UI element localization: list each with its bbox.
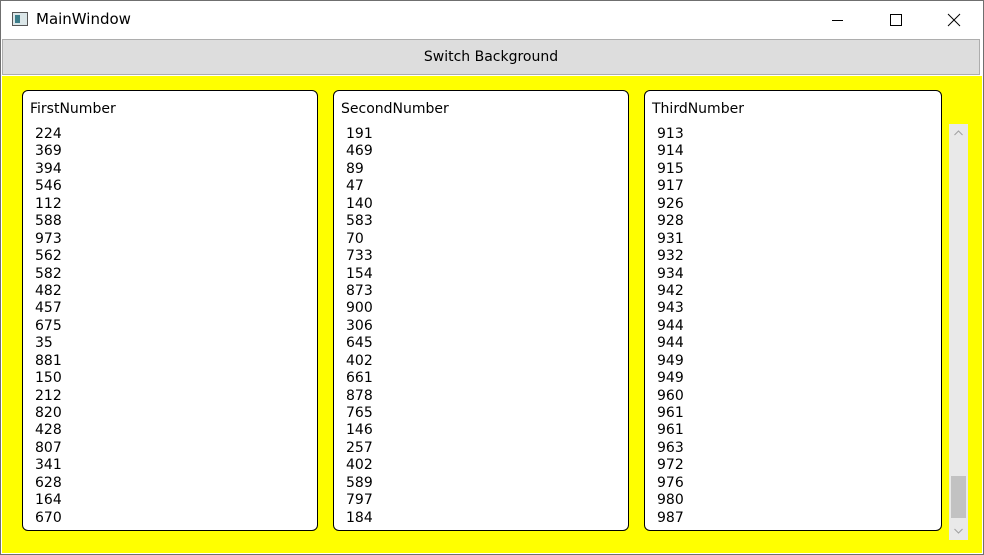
list-item: 191: [346, 126, 373, 142]
list-item: 878: [346, 387, 373, 404]
list-item: 928: [657, 213, 684, 230]
third-number-panel: ThirdNumber 913 914 915 917 926 928 931 932 934 9…: [644, 90, 942, 531]
scroll-up-button[interactable]: [949, 124, 968, 142]
close-icon: [947, 13, 961, 27]
list-item: 661: [346, 370, 373, 387]
panel-header: SecondNumber: [341, 101, 449, 117]
close-button[interactable]: [925, 1, 983, 39]
list-item: 112: [35, 195, 62, 212]
scroll-thumb[interactable]: [951, 476, 966, 518]
list-item: 469: [346, 143, 373, 160]
list-item: 807: [35, 439, 62, 456]
list-item: 913: [657, 126, 684, 142]
maximize-button[interactable]: [867, 1, 925, 39]
content-area: FirstNumber 224 369 394 546 112 588 973 562 582 4…: [2, 76, 982, 553]
number-list: 224 369 394 546 112 588 973 562 582 482 457 675 35 88…: [35, 126, 62, 527]
list-item: 873: [346, 282, 373, 299]
list-item: 944: [657, 335, 684, 352]
list-item: 582: [35, 265, 62, 282]
list-item: 224: [35, 126, 62, 142]
list-item: 341: [35, 457, 62, 474]
title-bar[interactable]: MainWindow: [1, 1, 983, 39]
list-item: 943: [657, 300, 684, 317]
list-item: 765: [346, 405, 373, 421]
minimize-button[interactable]: [809, 1, 867, 39]
list-item: 184: [346, 509, 373, 526]
list-item: 154: [346, 265, 373, 282]
panel-header: ThirdNumber: [652, 101, 744, 117]
list-item: 482: [35, 282, 62, 299]
list-item: 402: [346, 457, 373, 474]
list-item: 402: [346, 352, 373, 369]
chevron-down-icon: [954, 528, 963, 534]
list-item: 963: [657, 439, 684, 456]
list-item: 583: [346, 213, 373, 230]
window-title: MainWindow: [36, 10, 131, 28]
list-item: 89: [346, 160, 364, 177]
list-item: 960: [657, 387, 684, 404]
list-item: 973: [35, 230, 62, 247]
list-item: 257: [346, 439, 373, 456]
list-item: 428: [35, 422, 62, 439]
second-number-panel: SecondNumber 191 469 89 47 140 583 70 733 154 873…: [333, 90, 629, 531]
main-window: MainWindow Switch Background FirstNumber…: [0, 0, 984, 555]
list-item: 931: [657, 230, 684, 247]
list-item: 820: [35, 405, 62, 421]
list-item: 733: [346, 248, 373, 265]
list-item: 926: [657, 195, 684, 212]
list-item: 961: [657, 422, 684, 439]
list-item: 961: [657, 405, 684, 421]
vertical-scrollbar[interactable]: [949, 124, 968, 540]
list-item: 980: [657, 492, 684, 509]
number-list: 191 469 89 47 140 583 70 733 154 873 900 306 645 402 6…: [346, 126, 373, 527]
first-number-panel: FirstNumber 224 369 394 546 112 588 973 562 582 4…: [22, 90, 318, 531]
list-item: 972: [657, 457, 684, 474]
list-item: 914: [657, 143, 684, 160]
panel-header: FirstNumber: [30, 101, 116, 117]
list-item: 150: [35, 370, 62, 387]
list-item: 140: [346, 195, 373, 212]
list-item: 934: [657, 265, 684, 282]
number-list: 913 914 915 917 926 928 931 932 934 942 943 944 944 9…: [657, 126, 684, 527]
list-item: 987: [657, 509, 684, 526]
list-item: 917: [657, 178, 684, 195]
list-item: 944: [657, 317, 684, 334]
list-item: 976: [657, 474, 684, 491]
list-item: 797: [346, 492, 373, 509]
list-item: 589: [346, 474, 373, 491]
list-item: 146: [346, 422, 373, 439]
chevron-up-icon: [954, 130, 963, 136]
list-item: 47: [346, 178, 364, 195]
list-item: 915: [657, 160, 684, 177]
list-item: 588: [35, 213, 62, 230]
app-window-icon: [12, 12, 28, 26]
list-item: 675: [35, 317, 62, 334]
list-item: 457: [35, 300, 62, 317]
list-item: 628: [35, 474, 62, 491]
list-item: 670: [35, 509, 62, 526]
switch-background-button[interactable]: Switch Background: [2, 39, 980, 75]
list-item: 562: [35, 248, 62, 265]
list-item: 900: [346, 300, 373, 317]
list-item: 35: [35, 335, 53, 352]
list-item: 949: [657, 370, 684, 387]
list-item: 164: [35, 492, 62, 509]
list-item: 546: [35, 178, 62, 195]
list-item: 645: [346, 335, 373, 352]
scroll-down-button[interactable]: [949, 522, 968, 540]
minimize-icon: [832, 20, 843, 21]
list-item: 881: [35, 352, 62, 369]
list-item: 369: [35, 143, 62, 160]
list-item: 306: [346, 317, 373, 334]
list-item: 394: [35, 160, 62, 177]
list-item: 932: [657, 248, 684, 265]
list-item: 212: [35, 387, 62, 404]
list-item: 70: [346, 230, 364, 247]
maximize-icon: [890, 14, 902, 26]
list-item: 942: [657, 282, 684, 299]
list-item: 949: [657, 352, 684, 369]
